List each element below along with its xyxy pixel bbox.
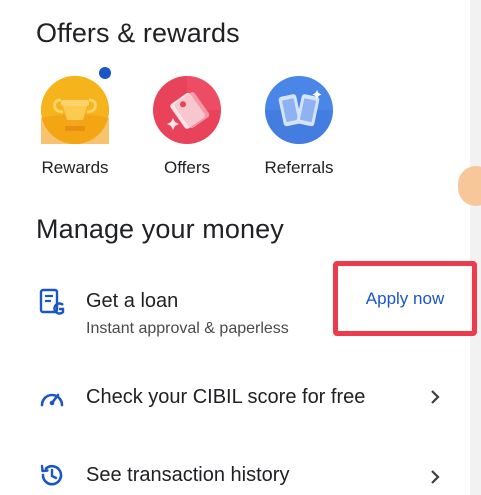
money-section-title: Manage your money (36, 214, 284, 244)
apply-now-highlight: Apply now (333, 261, 477, 336)
rewards-item[interactable]: Rewards (25, 76, 125, 186)
loan-document-icon (39, 288, 65, 315)
chevron-right-icon (431, 390, 440, 404)
loan-subtitle: Instant approval & paperless (86, 320, 289, 337)
history-icon (40, 464, 63, 486)
referrals-label: Referrals (264, 158, 334, 177)
history-row[interactable]: See transaction history (0, 455, 470, 495)
referrals-item[interactable]: Referrals (249, 76, 349, 186)
tag-icon (153, 76, 221, 144)
rewards-label: Rewards (41, 158, 109, 177)
cibil-row[interactable]: Check your CIBIL score for free (0, 376, 470, 420)
trophy-icon (41, 76, 109, 144)
history-title: See transaction history (86, 464, 290, 486)
screen-edge (470, 0, 481, 495)
offers-section-title: Offers & rewards (36, 18, 240, 48)
offers-item[interactable]: Offers (137, 76, 237, 186)
gauge-icon (40, 393, 64, 407)
notification-dot (99, 67, 111, 79)
offers-label: Offers (164, 158, 210, 177)
scroll-handle[interactable] (458, 166, 481, 206)
chevron-right-icon (431, 470, 440, 484)
phones-icon (265, 76, 333, 144)
loan-title: Get a loan (86, 290, 179, 312)
cibil-title: Check your CIBIL score for free (86, 386, 366, 408)
apply-now-button[interactable]: Apply now (366, 289, 444, 309)
